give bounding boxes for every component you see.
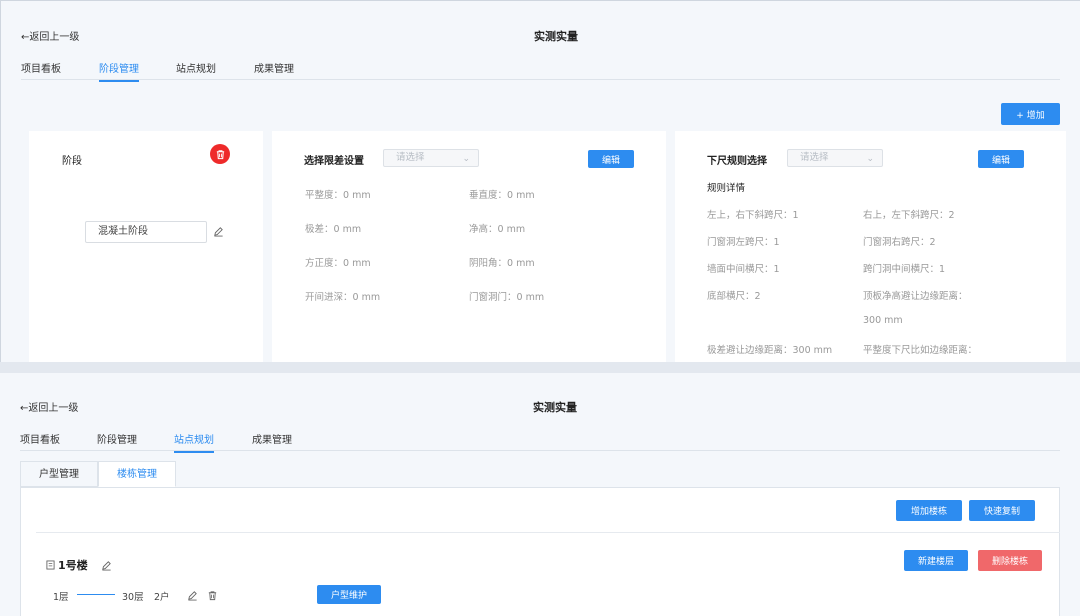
top-panel: ←返回上一级 实测实量 项目看板 阶段管理 站点规划 成果管理 + 增加 阶段 … <box>0 0 1080 363</box>
stage-card-title: 阶段 <box>62 156 82 167</box>
quick-copy-button[interactable]: 快速复制 <box>969 500 1035 521</box>
field-flatness: 平整度：0 mm <box>305 190 371 201</box>
add-building-button[interactable]: 增加楼栋 <box>896 500 962 521</box>
rule-edit-button[interactable]: 编辑 <box>978 150 1024 168</box>
floor-range-line <box>77 594 115 595</box>
rule-details-title: 规则详情 <box>707 183 746 194</box>
panel-divider <box>0 362 1080 373</box>
rule-field-bottom: 底部横尺：2 <box>707 291 761 302</box>
tab-project-board[interactable]: 项目看板 <box>21 60 61 80</box>
tab-results-management[interactable]: 成果管理 <box>254 60 294 80</box>
rule-field-door-right: 门窗洞右跨尺：2 <box>863 237 936 248</box>
rule-field-range-margin: 极差避让边缘距离：300 mm <box>707 345 833 356</box>
tolerance-select[interactable]: 请选择 ⌄ <box>383 149 479 167</box>
field-verticality: 垂直度：0 mm <box>469 190 535 201</box>
tolerance-card-title: 选择限差设置 <box>304 156 364 167</box>
building-name: 1号楼 <box>58 559 88 572</box>
field-range: 极差：0 mm <box>305 224 362 235</box>
rule-field-wall-middle: 墙面中间横尺：1 <box>707 264 780 275</box>
floor-from: 1层 <box>53 592 69 603</box>
field-net-height: 净高：0 mm <box>469 224 526 235</box>
subtab-unit-type[interactable]: 户型管理 <box>20 461 98 487</box>
delete-building-button[interactable]: 删除楼栋 <box>978 550 1042 571</box>
rule-select-value: 请选择 <box>800 152 829 163</box>
edit-floor-button[interactable] <box>186 589 199 602</box>
field-squareness: 方正度：0 mm <box>305 258 371 269</box>
section-divider <box>36 532 1060 533</box>
main-tabs: 项目看板 阶段管理 站点规划 成果管理 <box>20 431 1060 453</box>
sub-tabs: 户型管理 楼栋管理 <box>20 461 1060 487</box>
rule-field-diagonal-2: 右上，左下斜跨尺：2 <box>863 210 955 221</box>
tolerance-edit-button[interactable]: 编辑 <box>588 150 634 168</box>
pencil-icon <box>188 591 197 601</box>
delete-floor-button[interactable] <box>206 589 219 602</box>
rule-field-diagonal-1: 左上，右下斜跨尺：1 <box>707 210 799 221</box>
main-tabs: 项目看板 阶段管理 站点规划 成果管理 <box>21 60 1060 82</box>
floor-to: 30层 <box>122 592 144 603</box>
field-room-depth: 开间进深：0 mm <box>305 292 381 303</box>
rule-field-door-middle: 跨门洞中间横尺：1 <box>863 264 946 275</box>
tab-stage-management[interactable]: 阶段管理 <box>99 60 139 82</box>
chevron-down-icon: ⌄ <box>866 154 874 164</box>
tab-site-planning[interactable]: 站点规划 <box>174 431 214 453</box>
pencil-icon <box>213 226 223 237</box>
rule-field-ceiling-margin-value: 300 mm <box>863 315 903 326</box>
subtab-building[interactable]: 楼栋管理 <box>98 461 176 487</box>
rule-field-door-left: 门窗洞左跨尺：1 <box>707 237 780 248</box>
new-floor-button[interactable]: 新建楼层 <box>904 550 968 571</box>
trash-icon <box>208 591 217 601</box>
field-corner-angle: 阴阳角：0 mm <box>469 258 535 269</box>
edit-stage-button[interactable] <box>211 224 225 238</box>
tab-site-planning[interactable]: 站点规划 <box>176 60 216 80</box>
stage-name-input[interactable]: 混凝土阶段 <box>85 221 207 243</box>
edit-building-button[interactable] <box>100 559 113 572</box>
rule-card-title: 下尺规则选择 <box>707 156 767 167</box>
tab-stage-management[interactable]: 阶段管理 <box>97 431 137 451</box>
tab-results-management[interactable]: 成果管理 <box>252 431 292 451</box>
rule-field-ceiling-margin: 顶板净高避让边缘距离： <box>863 291 968 302</box>
unit-maintain-button[interactable]: 户型维护 <box>317 585 381 604</box>
field-door-window: 门窗洞门：0 mm <box>469 292 545 303</box>
rule-field-flatness-margin: 平整度下尺比如边缘距离： <box>863 345 978 356</box>
chevron-down-icon: ⌄ <box>462 154 470 164</box>
pencil-icon <box>102 561 111 571</box>
rule-select[interactable]: 请选择 ⌄ <box>787 149 883 167</box>
tolerance-select-value: 请选择 <box>396 152 425 163</box>
building-icon <box>45 559 55 571</box>
tab-project-board[interactable]: 项目看板 <box>20 431 60 451</box>
page-title: 实测实量 <box>533 401 577 414</box>
unit-count: 2户 <box>154 592 170 603</box>
page-title: 实测实量 <box>534 30 578 43</box>
trash-icon <box>216 149 224 159</box>
delete-stage-button[interactable] <box>210 144 230 164</box>
add-button[interactable]: + 增加 <box>1001 103 1060 125</box>
